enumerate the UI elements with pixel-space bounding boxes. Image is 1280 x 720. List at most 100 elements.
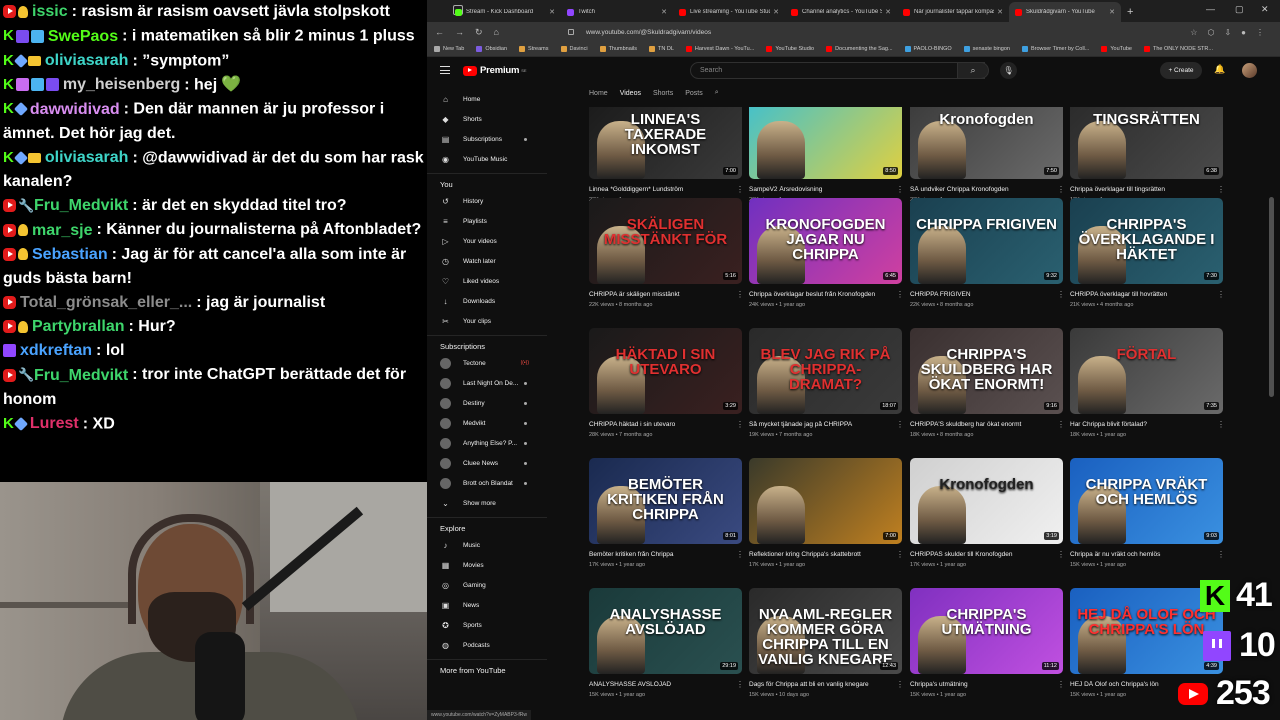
search-icon[interactable]: ⌕ [957, 62, 989, 79]
video-thumbnail[interactable]: BEMÖTER KRITIKEN FRÅN CHRIPPA 8:01 [589, 458, 742, 544]
notifications-bell-icon[interactable]: 🔔 [1214, 64, 1225, 75]
downloads-toolbar-icon[interactable]: ⇩ [1224, 28, 1231, 37]
video-thumbnail[interactable]: CHRIPPA FRIGIVEN 9:32 [910, 198, 1063, 284]
tab-close-icon[interactable]: ✕ [549, 8, 555, 16]
tab-close-icon[interactable]: ✕ [773, 8, 779, 16]
sidebar-item[interactable]: ◷ Watch later [427, 251, 547, 271]
youtube-logo[interactable]: Premium SE [463, 65, 527, 76]
video-title[interactable]: Har Chrippa blivit förtalad? [1070, 421, 1210, 429]
sidebar-item[interactable]: ≡ Playlists [427, 211, 547, 231]
sidebar-item[interactable]: ↺ History [427, 191, 547, 211]
video-card[interactable]: FÖRTAL 7:35 Har Chrippa blivit förtalad? 18… [1070, 328, 1225, 438]
video-options-icon[interactable]: ⋮ [736, 420, 744, 429]
video-card[interactable]: NYA AML-REGLER KOMMER GÖRA CHRIPPA TILL … [749, 588, 904, 698]
video-options-icon[interactable]: ⋮ [736, 550, 744, 559]
video-card[interactable]: LINNEA'S TAXERADE INKOMST 7:00 Linnea *Gol… [589, 107, 744, 203]
channel-search-icon[interactable]: ⌕ [715, 89, 719, 97]
video-options-icon[interactable]: ⋮ [736, 290, 744, 299]
sidebar-item[interactable]: ◉ YouTube Music [427, 149, 547, 169]
video-options-icon[interactable]: ⋮ [736, 185, 744, 194]
video-options-icon[interactable]: ⋮ [896, 185, 904, 194]
video-thumbnail[interactable]: 7:00 [749, 458, 902, 544]
search-input[interactable]: Search [690, 62, 985, 79]
video-options-icon[interactable]: ⋮ [1057, 420, 1065, 429]
bookmark-item[interactable]: Browser Timer by Coll... [1021, 46, 1089, 52]
menu-icon[interactable]: ⋮ [1256, 28, 1264, 37]
video-options-icon[interactable]: ⋮ [1057, 185, 1065, 194]
sidebar-item[interactable]: ▤ Subscriptions [427, 129, 547, 149]
star-icon[interactable]: ☆ [1190, 28, 1197, 37]
bookmark-item[interactable]: The ONLY NODE STR... [1143, 46, 1213, 52]
sidebar-item[interactable]: Cluee News [427, 453, 547, 473]
tab-close-icon[interactable]: ✕ [997, 8, 1003, 16]
video-card[interactable]: TINGSRÄTTEN 6:38 Chrippa överklagar till t… [1070, 107, 1225, 203]
video-card[interactable]: 7:00 Reflektioner kring Chrippa's skatteb… [749, 458, 904, 568]
video-title[interactable]: ANALYSHASSE AVSLÖJAD [589, 681, 729, 689]
video-options-icon[interactable]: ⋮ [1057, 550, 1065, 559]
extensions-icon[interactable]: ⬡ [1207, 28, 1214, 37]
sidebar-item[interactable]: ✪ Sports [427, 615, 547, 635]
bookmark-item[interactable]: New Tab [434, 46, 464, 52]
video-title[interactable]: CHRIPPA överklagar till hovrätten [1070, 291, 1210, 299]
tab-close-icon[interactable]: ✕ [885, 8, 891, 16]
video-thumbnail[interactable]: FÖRTAL 7:35 [1070, 328, 1223, 414]
video-thumbnail[interactable]: Kronofogden 7:50 [910, 107, 1063, 179]
video-title[interactable]: Chrippa överklagar beslut från Kronofogd… [749, 291, 889, 299]
bookmark-item[interactable]: YouTube Studio [766, 46, 814, 52]
video-title[interactable]: Chrippa's utmätning [910, 681, 1050, 689]
video-card[interactable]: KRONOFOGDEN JAGAR NU CHRIPPA 6:45 Chrippa … [749, 198, 904, 308]
close-window-icon[interactable]: ✕ [1261, 4, 1269, 15]
video-options-icon[interactable]: ⋮ [1057, 680, 1065, 689]
page-scrollbar[interactable] [1269, 197, 1274, 397]
sidebar-item[interactable]: Medvikt [427, 413, 547, 433]
channel-tab-videos[interactable]: Videos [620, 90, 641, 97]
sidebar-item[interactable]: ◎ Gaming [427, 575, 547, 595]
bookmark-item[interactable]: Streams [519, 46, 549, 52]
video-options-icon[interactable]: ⋮ [736, 680, 744, 689]
video-thumbnail[interactable]: CHRIPPA VRÄKT OCH HEMLÖS 9:03 [1070, 458, 1223, 544]
back-icon[interactable]: ← [435, 27, 444, 37]
video-card[interactable]: 8:50SampeV2 Årsredovisning26K views • 1 … [749, 107, 904, 203]
video-card[interactable]: SKÄLIGEN MISSTÄNKT FÖR 5:16 CHRIPPA är skä… [589, 198, 744, 308]
sidebar-item[interactable]: Anything Else? P... [427, 433, 547, 453]
video-title[interactable]: Dags för Chrippa att bli en vanlig knega… [749, 681, 889, 689]
forward-icon[interactable]: → [455, 27, 464, 37]
video-title[interactable]: CHRIPPA FRIGIVEN [910, 291, 1050, 299]
video-thumbnail[interactable]: CHRIPPA'S UTMÄTNING 11:12 [910, 588, 1063, 674]
sidebar-section-you[interactable]: You [427, 173, 547, 191]
video-title[interactable]: Chrippa överklagar till tingsrätten [1070, 186, 1210, 194]
video-thumbnail[interactable]: BLEV JAG RIK PÅ CHRIPPA-DRAMAT? 18:07 [749, 328, 902, 414]
sidebar-item[interactable]: Last Night On De... [427, 373, 547, 393]
bookmark-item[interactable]: PAOLO-BINGO [904, 46, 952, 52]
video-title[interactable]: CHRIPPA'S skuldberg har ökat enormt [910, 421, 1050, 429]
video-card[interactable]: CHRIPPA'S ÖVERKLAGANDE I HÄKTET 7:30 CHRIP… [1070, 198, 1225, 308]
video-card[interactable]: CHRIPPA'S SKULDBERG HAR ÖKAT ENORMT! 9:16… [910, 328, 1065, 438]
create-button[interactable]: + Create [1160, 62, 1202, 79]
browser-tab[interactable]: Twitch ✕ [561, 2, 673, 22]
video-title[interactable]: Chrippa är nu vräkt och hemlös [1070, 551, 1210, 559]
sidebar-item[interactable]: ✂ Your clips [427, 311, 547, 331]
browser-tab[interactable]: Skuldrådgivarn - YouTube ✕ [1009, 2, 1121, 22]
video-options-icon[interactable]: ⋮ [1217, 420, 1225, 429]
video-card[interactable]: CHRIPPA FRIGIVEN 9:32 CHRIPPA FRIGIVEN 22K … [910, 198, 1065, 308]
channel-tab-home[interactable]: Home [589, 90, 608, 97]
home-nav-icon[interactable]: ⌂ [494, 27, 499, 37]
video-options-icon[interactable]: ⋮ [896, 680, 904, 689]
video-options-icon[interactable]: ⋮ [1217, 290, 1225, 299]
video-card[interactable]: BEMÖTER KRITIKEN FRÅN CHRIPPA 8:01 Bemöter… [589, 458, 744, 568]
bookmark-item[interactable]: TN DL [649, 46, 674, 52]
video-thumbnail[interactable]: Kronofogden 3:19 [910, 458, 1063, 544]
video-title[interactable]: Linnea *Golddiggern* Lundström [589, 186, 729, 194]
video-card[interactable]: Kronofogden 7:50 SÅ undviker Chrippa Krono… [910, 107, 1065, 203]
video-thumbnail[interactable]: 8:50 [749, 107, 902, 179]
sidebar-item[interactable]: ↓ Downloads [427, 291, 547, 311]
hamburger-menu-icon[interactable] [440, 66, 450, 74]
video-card[interactable]: Kronofogden 3:19 CHRIPPAS skulder till Kro… [910, 458, 1065, 568]
bookmark-item[interactable]: Davinci [560, 46, 588, 52]
video-title[interactable]: CHRIPPAS skulder till Kronofogden [910, 551, 1050, 559]
maximize-icon[interactable]: ▢ [1235, 4, 1244, 15]
sidebar-item[interactable]: Destiny [427, 393, 547, 413]
video-options-icon[interactable]: ⋮ [896, 550, 904, 559]
bookmark-item[interactable]: Thumbnails [599, 46, 637, 52]
video-title[interactable]: CHRIPPA häktad i sin utevaro [589, 421, 729, 429]
